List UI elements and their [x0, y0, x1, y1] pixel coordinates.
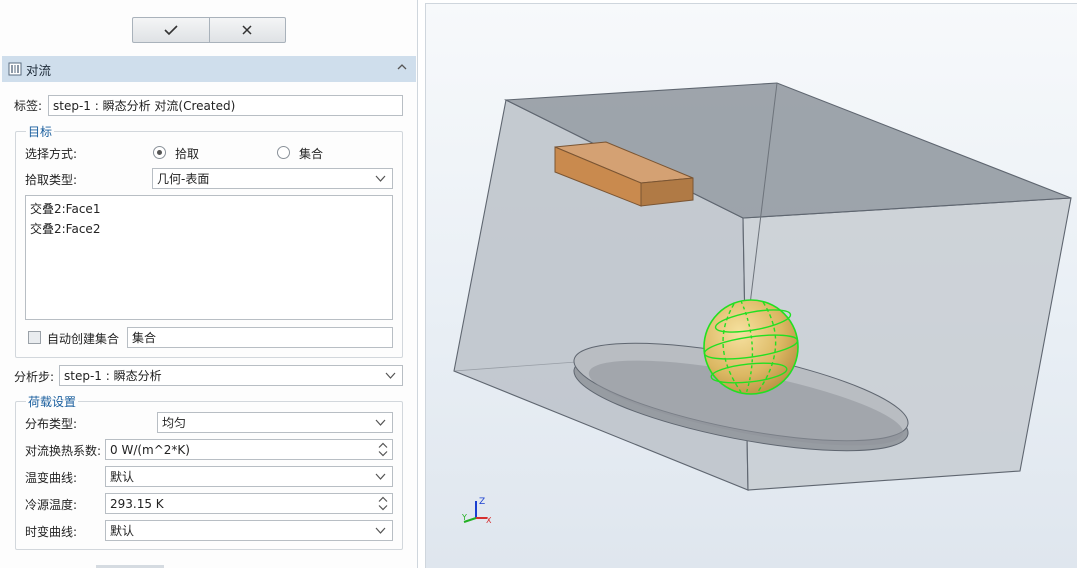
close-icon: [242, 25, 252, 35]
auto-create-label: 自动创建集合: [47, 332, 120, 346]
radio-pick[interactable]: [153, 146, 166, 159]
list-item[interactable]: 交叠2:Face2: [30, 219, 388, 239]
chevron-down-icon: [375, 527, 386, 534]
chevron-up-icon[interactable]: [396, 61, 408, 73]
section-title: 对流: [26, 62, 52, 78]
select-mode-label: 选择方式:: [25, 147, 78, 161]
tag-value: step-1 : 瞬态分析 对流(Created): [53, 99, 236, 113]
load-group-title: 荷载设置: [26, 393, 79, 410]
target-list[interactable]: 交叠2:Face1 交叠2:Face2: [25, 195, 393, 320]
spinner-icon[interactable]: [378, 442, 388, 457]
list-item[interactable]: 交叠2:Face1: [30, 199, 388, 219]
check-icon: [164, 25, 178, 36]
temp-curve-select[interactable]: 默认: [105, 466, 393, 487]
analysis-step-label: 分析步:: [14, 370, 55, 384]
property-panel: 对流 标签: step-1 : 瞬态分析 对流(Created) 目标 选择方式…: [0, 0, 418, 568]
sink-temp-value: 293.15 K: [110, 496, 164, 511]
sink-temp-input[interactable]: 293.15 K: [105, 493, 393, 514]
chevron-down-icon: [375, 419, 386, 426]
coefficient-input[interactable]: 0 W/(m^2*K): [105, 439, 393, 460]
model-viewport[interactable]: Z X Y: [425, 3, 1077, 568]
axis-z-label: Z: [479, 497, 485, 507]
auto-create-checkbox[interactable]: [28, 331, 41, 344]
spinner-icon[interactable]: [378, 496, 388, 511]
time-curve-value: 默认: [110, 524, 135, 538]
analysis-step-value: step-1 : 瞬态分析: [64, 369, 162, 383]
chevron-down-icon: [385, 372, 396, 379]
coefficient-value: 0 W/(m^2*K): [110, 442, 190, 457]
convection-icon: [8, 62, 22, 76]
axis-triad: Z X Y: [461, 497, 492, 525]
distribution-label: 分布类型:: [25, 417, 78, 431]
distribution-value: 均匀: [162, 416, 187, 430]
axis-x-label: X: [486, 516, 492, 525]
tag-label: 标签:: [14, 99, 43, 113]
pick-type-label: 拾取类型:: [25, 173, 78, 187]
radio-pick-label[interactable]: 拾取: [175, 145, 199, 162]
cancel-button[interactable]: [208, 18, 286, 42]
set-name-value: 集合: [132, 331, 157, 345]
radio-set-label[interactable]: 集合: [299, 145, 323, 162]
section-header[interactable]: 对流: [2, 56, 416, 82]
ok-button[interactable]: [133, 18, 209, 42]
coefficient-label: 对流换热系数:: [25, 444, 102, 458]
pick-type-select[interactable]: 几何-表面: [152, 168, 393, 189]
chevron-down-icon: [375, 473, 386, 480]
sink-temp-label: 冷源温度:: [25, 498, 78, 512]
distribution-select[interactable]: 均匀: [157, 412, 393, 433]
axis-y-label: Y: [461, 513, 467, 522]
pick-type-value: 几何-表面: [157, 172, 210, 186]
sphere: [703, 299, 799, 395]
target-group-title: 目标: [26, 123, 55, 140]
temp-curve-value: 默认: [110, 470, 135, 484]
time-curve-select[interactable]: 默认: [105, 520, 393, 541]
set-name-input[interactable]: 集合: [127, 327, 393, 348]
model-scene: Z X Y: [453, 82, 1072, 525]
ok-cancel-bar: [132, 17, 286, 43]
tag-input[interactable]: step-1 : 瞬态分析 对流(Created): [48, 95, 403, 116]
time-curve-label: 时变曲线:: [25, 525, 78, 539]
temp-curve-label: 温变曲线:: [25, 471, 78, 485]
chevron-down-icon: [375, 175, 386, 182]
radio-set[interactable]: [277, 146, 290, 159]
analysis-step-select[interactable]: step-1 : 瞬态分析: [59, 365, 403, 386]
